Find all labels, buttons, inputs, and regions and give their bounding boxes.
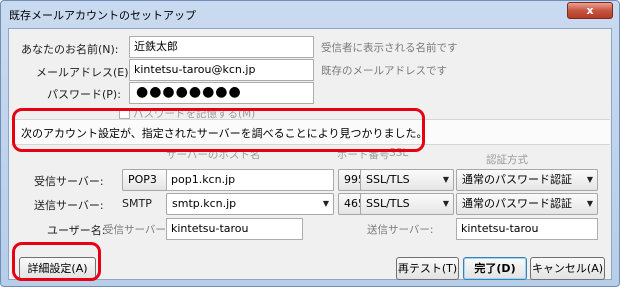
password-label: パスワード(P): (47, 88, 121, 101)
incoming-auth-value: 通常のパスワード認証 (462, 173, 572, 186)
outgoing-protocol: SMTP (122, 197, 152, 210)
outgoing-hostname-select[interactable]: smtp.kcn.jp ▼ (166, 193, 334, 215)
retest-button[interactable]: 再テスト(T) (396, 257, 459, 280)
advanced-button-highlight (12, 242, 101, 281)
outgoing-server-label: 送信サーバー: (34, 199, 104, 212)
incoming-server-label: 受信サーバー: (34, 175, 104, 188)
email-label: メールアドレス(E): (36, 66, 133, 79)
incoming-hostname-field[interactable]: pop1.kcn.jp (166, 169, 334, 191)
dialog-content: あなたのお名前(N): 近鉄太郎 受信者に表示される名前です メールアドレス(E… (8, 28, 612, 280)
password-mask: ●●●●●●●● (136, 84, 242, 100)
password-field[interactable]: ●●●●●●●● (129, 82, 314, 104)
chevron-down-icon: ▼ (322, 199, 329, 208)
email-hint: 既存のメールアドレスです (321, 65, 447, 77)
outgoing-auth-value: 通常のパスワード認証 (462, 197, 572, 210)
chevron-down-icon: ▼ (442, 199, 449, 208)
outgoing-hostname-value: smtp.kcn.jp (172, 197, 237, 210)
outgoing-auth-select[interactable]: 通常のパスワード認証 ▼ (456, 193, 598, 215)
name-hint: 受信者に表示される名前です (321, 42, 458, 54)
incoming-protocol-value: POP3 (128, 173, 157, 186)
header-auth: 認証方式 (486, 154, 528, 166)
name-field[interactable]: 近鉄太郎 (129, 36, 314, 58)
username-label: ユーザー名: (47, 224, 106, 237)
username-outgoing-field[interactable]: kintetsu-tarou (456, 218, 598, 240)
done-button[interactable]: 完了(D) (463, 257, 527, 280)
close-icon: x (586, 4, 594, 17)
incoming-auth-select[interactable]: 通常のパスワード認証 ▼ (456, 169, 598, 191)
title-bar[interactable]: 既存メールアカウントのセットアップ x (1, 1, 619, 27)
username-incoming-label: 受信サーバー: (103, 224, 170, 236)
outgoing-ssl-value: SSL/TLS (366, 197, 410, 210)
username-incoming-field[interactable]: kintetsu-tarou (166, 218, 303, 240)
close-button[interactable]: x (567, 2, 613, 19)
username-outgoing-label: 送信サーバー: (367, 224, 434, 236)
name-label: あなたのお名前(N): (21, 43, 119, 56)
window-title: 既存メールアカウントのセットアップ (9, 9, 196, 22)
email-field[interactable]: kintetsu-tarou@kcn.jp (129, 59, 314, 81)
outgoing-ssl-select[interactable]: SSL/TLS ▼ (360, 193, 454, 215)
chevron-down-icon: ▼ (586, 199, 593, 208)
chevron-down-icon: ▼ (586, 175, 593, 184)
message-highlight (12, 108, 425, 152)
chevron-down-icon: ▼ (442, 175, 449, 184)
incoming-ssl-select[interactable]: SSL/TLS ▼ (360, 169, 454, 191)
cancel-button[interactable]: キャンセル(A) (530, 257, 605, 280)
incoming-ssl-value: SSL/TLS (366, 173, 410, 186)
